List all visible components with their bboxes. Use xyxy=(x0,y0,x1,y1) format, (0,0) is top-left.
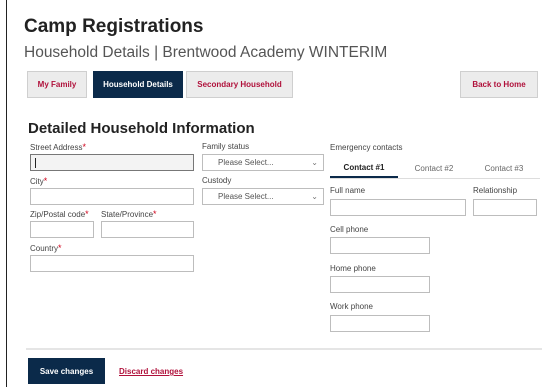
tab-secondary-household[interactable]: Secondary Household xyxy=(186,71,293,98)
street-address-label: Street Address* xyxy=(30,142,86,152)
emergency-contacts-title: Emergency contacts xyxy=(330,143,403,152)
contact-tabs-underline xyxy=(330,178,540,179)
family-status-label: Family status xyxy=(202,142,250,151)
page-subtitle: Household Details | Brentwood Academy WI… xyxy=(24,44,388,61)
cell-phone-input[interactable] xyxy=(330,237,430,254)
text-caret xyxy=(35,158,36,168)
tab-contact-3[interactable]: Contact #3 xyxy=(470,158,538,178)
relationship-input[interactable] xyxy=(473,199,537,216)
required-marker: * xyxy=(82,142,86,152)
relationship-label: Relationship xyxy=(473,186,518,195)
zip-label: Zip/Postal code* xyxy=(30,209,89,219)
work-phone-label: Work phone xyxy=(330,302,373,311)
required-marker: * xyxy=(58,243,62,253)
chevron-down-icon: ⌄ xyxy=(311,192,318,201)
tab-contact-2[interactable]: Contact #2 xyxy=(400,158,468,178)
custody-select[interactable]: Please Select... ⌄ xyxy=(202,188,324,205)
home-phone-input[interactable] xyxy=(330,276,430,293)
city-label: City* xyxy=(30,176,48,186)
required-marker: * xyxy=(85,209,89,219)
required-marker: * xyxy=(43,176,48,186)
state-input[interactable] xyxy=(101,221,194,238)
work-phone-input[interactable] xyxy=(330,315,430,332)
cell-phone-label: Cell phone xyxy=(330,225,369,234)
page-title: Camp Registrations xyxy=(24,16,204,37)
country-label: Country* xyxy=(30,243,62,253)
state-label: State/Province* xyxy=(101,209,157,219)
family-status-select[interactable]: Please Select... ⌄ xyxy=(202,154,324,171)
full-name-label: Full name xyxy=(330,186,366,195)
city-input[interactable] xyxy=(30,188,194,205)
country-input[interactable] xyxy=(30,255,194,272)
tab-contact-1[interactable]: Contact #1 xyxy=(330,158,398,178)
custody-value: Please Select... xyxy=(218,192,274,201)
discard-changes-link[interactable]: Discard changes xyxy=(119,367,183,376)
street-address-input[interactable] xyxy=(30,154,194,171)
tab-my-family[interactable]: My Family xyxy=(27,71,87,98)
chevron-down-icon: ⌄ xyxy=(311,158,318,167)
required-marker: * xyxy=(153,209,157,219)
section-title: Detailed Household Information xyxy=(28,120,255,137)
home-phone-label: Home phone xyxy=(330,264,376,273)
save-changes-button[interactable]: Save changes xyxy=(28,358,105,384)
zip-input[interactable] xyxy=(30,221,94,238)
back-to-home-button[interactable]: Back to Home xyxy=(460,71,538,98)
custody-label: Custody xyxy=(202,176,232,185)
full-name-input[interactable] xyxy=(330,199,466,216)
tab-household-details[interactable]: Household Details xyxy=(93,71,183,98)
footer-divider xyxy=(26,348,542,350)
family-status-value: Please Select... xyxy=(218,158,274,167)
